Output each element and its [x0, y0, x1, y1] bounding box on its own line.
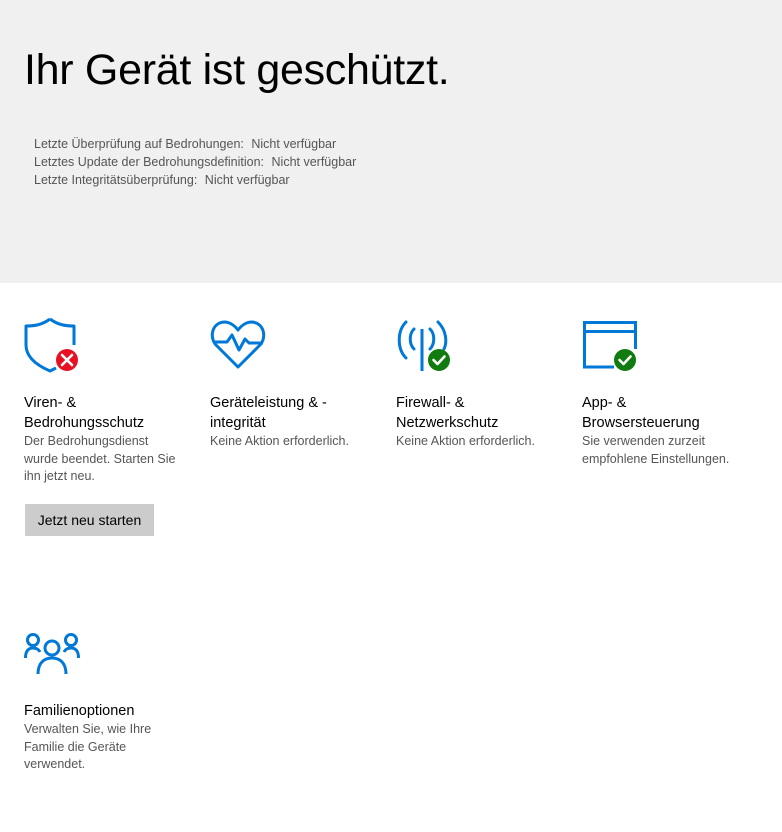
tile-description: Keine Aktion erforderlich. [210, 434, 349, 448]
heart-pulse-icon [210, 317, 270, 373]
tile-title: Viren- & Bedrohungsschutz [24, 393, 194, 433]
status-row-last-scan: Letzte Überprüfung auf Bedrohungen: Nich… [34, 135, 356, 153]
tile-title-line: Firewall- & [396, 395, 465, 411]
tile-title-line: App- & [582, 395, 627, 411]
tile-device-performance-health[interactable]: Geräteleistung & - integrität Keine Akti… [210, 317, 380, 457]
status-value: Nicht verfügbar [204, 173, 290, 187]
tile-title-line: Viren- & [24, 395, 77, 411]
restart-now-button[interactable]: Jetzt neu starten [25, 504, 154, 536]
tile-description: Keine Aktion erforderlich. [396, 434, 535, 448]
tile-description: Der Bedrohungsdienst wurde beendet. Star… [24, 434, 176, 483]
tile-description: Sie verwenden zurzeit empfohlene Einstel… [582, 434, 730, 466]
tile-title-line: integrität [210, 415, 266, 431]
tile-title-line: Bedrohungsschutz [24, 415, 145, 431]
page-title: Ihr Gerät ist geschützt. [24, 46, 450, 94]
tile-title-line: Geräteleistung & - [210, 395, 327, 411]
status-label: Letzte Überprüfung auf Bedrohungen: [34, 137, 244, 151]
shield-icon [24, 317, 84, 373]
check-badge-icon [428, 349, 450, 371]
status-value: Nicht verfügbar [251, 137, 337, 151]
status-row-definition-update: Letztes Update der Bedrohungsdefinition:… [34, 153, 356, 171]
family-icon [24, 630, 84, 686]
tile-family-options[interactable]: Familienoptionen Verwalten Sie, wie Ihre… [24, 630, 194, 780]
status-value: Nicht verfügbar [271, 155, 357, 169]
tile-title-line: Netzwerkschutz [396, 415, 499, 431]
status-list: Letzte Überprüfung auf Bedrohungen: Nich… [34, 135, 356, 189]
tile-description: Verwalten Sie, wie Ihre Familie die Gerä… [24, 722, 152, 771]
status-header: Ihr Gerät ist geschützt. Letzte Überprüf… [0, 0, 782, 283]
tile-app-browser-control[interactable]: App- & Browsersteuerung Sie verwenden zu… [582, 317, 752, 477]
tile-title: Geräteleistung & - integrität [210, 393, 380, 433]
antenna-icon [396, 317, 456, 373]
status-label: Letzte Integritätsüberprüfung: [34, 173, 198, 187]
tile-title: App- & Browsersteuerung [582, 393, 752, 433]
tile-title-line: Browsersteuerung [582, 415, 700, 431]
tile-title: Firewall- & Netzwerkschutz [396, 393, 566, 433]
error-badge-icon [56, 349, 78, 371]
browser-window-icon [582, 317, 642, 373]
tile-title: Familienoptionen [24, 703, 135, 719]
status-label: Letztes Update der Bedrohungsdefinition: [34, 155, 265, 169]
check-badge-icon [614, 349, 636, 371]
tile-virus-threat-protection[interactable]: Viren- & Bedrohungsschutz Der Bedrohungs… [24, 317, 194, 487]
tile-firewall-network-protection[interactable]: Firewall- & Netzwerkschutz Keine Aktion … [396, 317, 566, 457]
status-row-integrity-check: Letzte Integritätsüberprüfung: Nicht ver… [34, 171, 356, 189]
